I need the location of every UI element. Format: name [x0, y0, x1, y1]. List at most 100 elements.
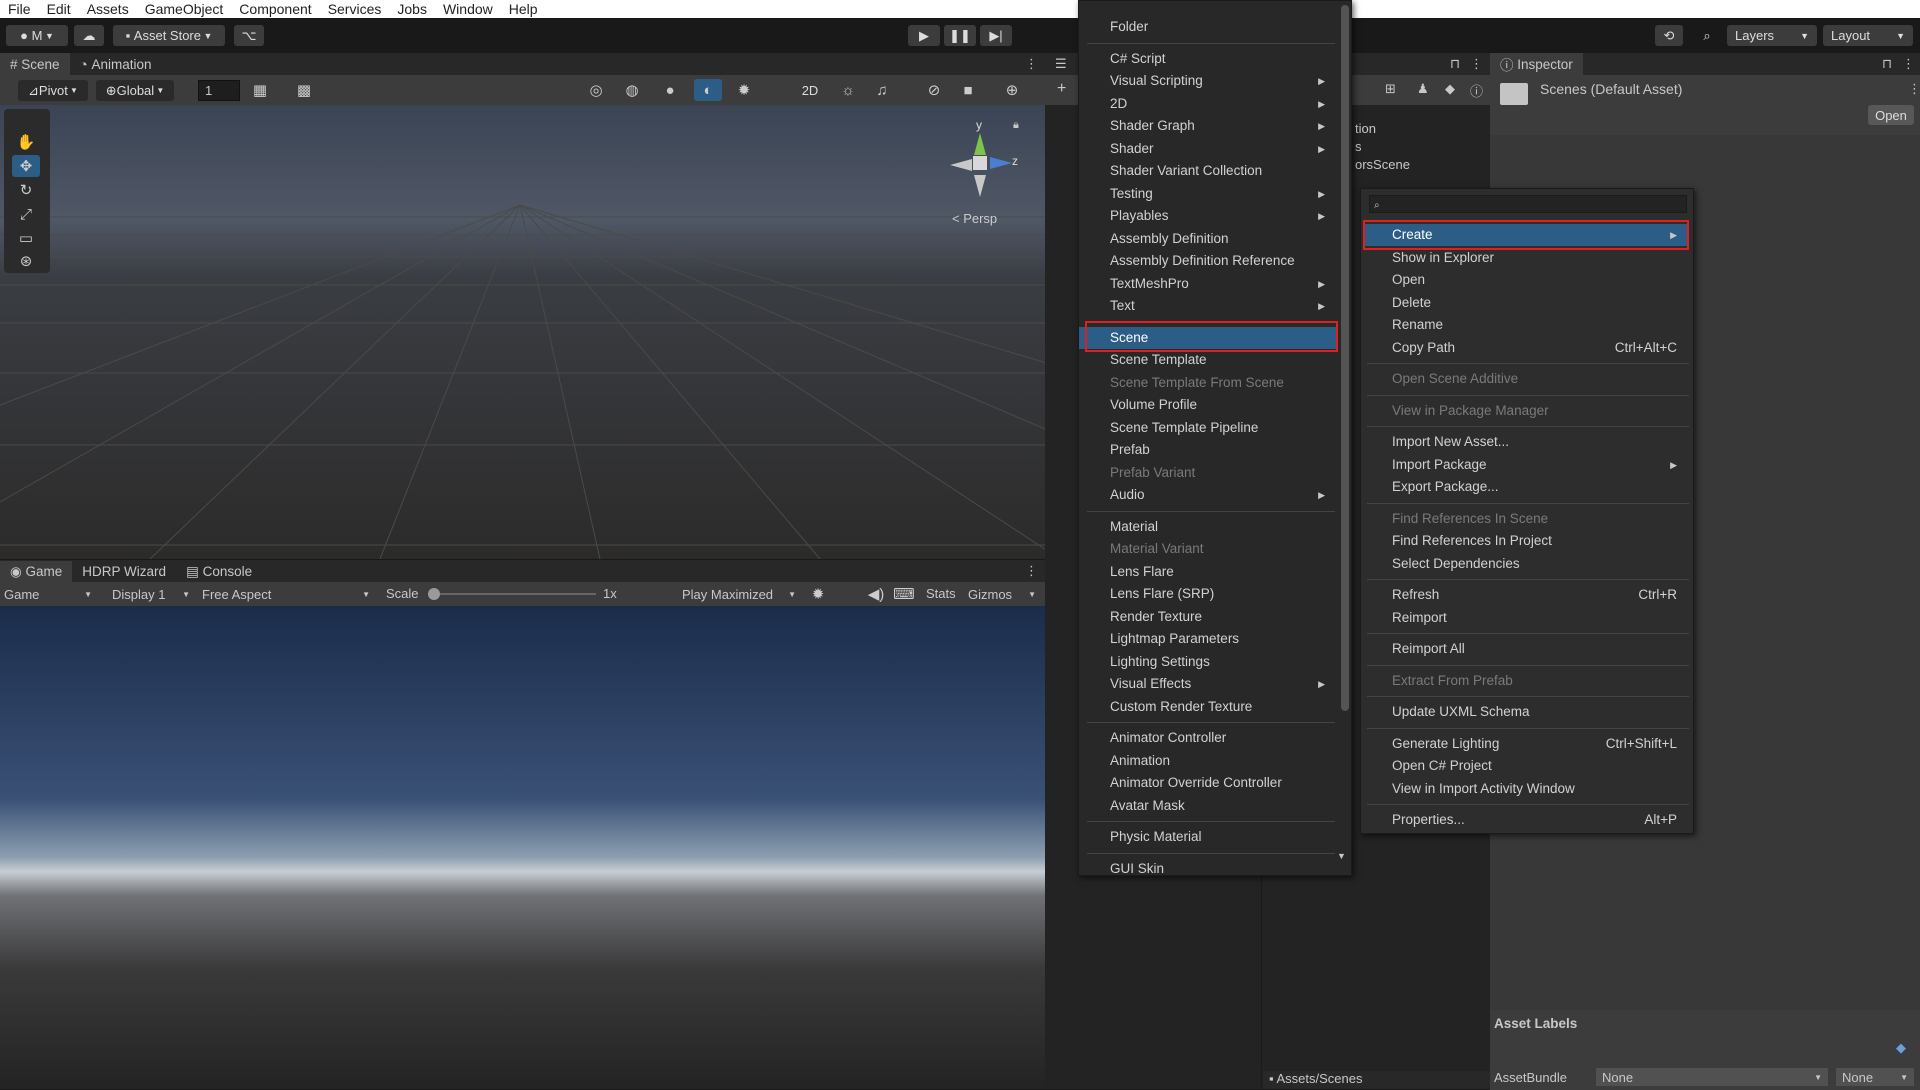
transform-tool-icon[interactable]: ⊛ — [12, 250, 40, 272]
mute-audio-icon[interactable]: ◀) — [862, 583, 890, 605]
assetbundle-variant-dropdown[interactable]: None ▼ — [1836, 1068, 1914, 1086]
rotate-tool-icon[interactable]: ↻ — [12, 179, 40, 201]
game-view[interactable] — [0, 606, 1045, 1089]
menu-file[interactable]: File — [0, 0, 39, 18]
more-options-icon[interactable]: ⋮ — [1470, 56, 1483, 72]
grid-snap-icon[interactable]: ▦ — [246, 79, 274, 101]
create-menu-item-physic-material[interactable]: Physic Material — [1079, 826, 1337, 848]
pivot-dropdown[interactable]: ⊿ Pivot ▼ — [18, 80, 88, 101]
create-menu-item-assembly-definition[interactable]: Assembly Definition — [1079, 228, 1337, 250]
tab-game[interactable]: ◉ Game — [0, 560, 73, 583]
gizmos-icon[interactable]: ⊕ — [998, 79, 1026, 101]
context-menu-item-find-references-in-project[interactable]: Find References In Project — [1365, 530, 1689, 552]
context-menu-item-reimport-all[interactable]: Reimport All — [1365, 638, 1689, 660]
context-menu-item-export-package[interactable]: Export Package... — [1365, 476, 1689, 498]
rect-tool-icon[interactable]: ▭ — [12, 227, 40, 249]
orientation-gizmo[interactable]: y z — [940, 115, 1020, 205]
tab-animation[interactable]: ◔ Animation — [70, 53, 162, 75]
lock-icon[interactable]: ⊓ — [1450, 56, 1460, 72]
context-menu-item-update-uxml-schema[interactable]: Update UXML Schema — [1365, 701, 1689, 723]
shortcuts-icon[interactable]: ⌨ — [890, 583, 918, 605]
create-menu-item-volume-profile[interactable]: Volume Profile — [1079, 394, 1337, 416]
create-menu-item-shader-graph[interactable]: Shader Graph ▶ — [1079, 115, 1337, 137]
create-menu-item-audio[interactable]: Audio ▶ — [1079, 484, 1337, 506]
scale-slider[interactable] — [428, 588, 596, 600]
add-icon[interactable]: + — [1057, 80, 1066, 98]
context-menu-item-reimport[interactable]: Reimport — [1365, 607, 1689, 629]
camera-icon[interactable]: ■ — [954, 79, 982, 101]
frame-debugger-icon[interactable]: ✹ — [804, 583, 832, 605]
create-menu-item-lighting-settings[interactable]: Lighting Settings — [1079, 651, 1337, 673]
create-menu-item-scene-template[interactable]: Scene Template — [1079, 349, 1337, 371]
scale-tool-icon[interactable]: ⤢ — [12, 203, 40, 225]
pause-button[interactable]: ❚❚ — [944, 25, 976, 46]
grid-size-input[interactable]: 1 — [198, 80, 240, 101]
context-menu-item-refresh[interactable]: Refresh Ctrl+R — [1365, 584, 1689, 606]
filter-type-icon[interactable]: ♟ — [1417, 81, 1429, 97]
aspect-dropdown[interactable]: Free Aspect ▼ — [202, 584, 374, 604]
asset-store-button[interactable]: ▪ Asset Store ▼ — [113, 25, 225, 46]
layout-dropdown[interactable]: Layout ▼ — [1823, 25, 1913, 46]
create-menu-item-visual-effects[interactable]: Visual Effects ▶ — [1079, 673, 1337, 695]
create-menu-item-2d[interactable]: 2D ▶ — [1079, 93, 1337, 115]
game-view-dropdown[interactable]: Game ▼ — [4, 584, 96, 604]
audio-toggle-icon[interactable]: ♫ — [868, 79, 896, 101]
info-icon[interactable]: ⓘ — [1470, 81, 1483, 100]
tab-hdrp-wizard[interactable]: HDRP Wizard — [72, 560, 176, 582]
shaded-icon[interactable]: ● — [656, 79, 684, 101]
create-menu-item-shader[interactable]: Shader ▶ — [1079, 138, 1337, 160]
scene-view[interactable]: ✋ ✥ ↻ ⤢ ▭ ⊛ y z 🔒︎ < Persp — [0, 105, 1045, 559]
persp-label[interactable]: < Persp — [952, 211, 997, 226]
play-button[interactable]: ▶ — [908, 25, 940, 46]
hand-tool-icon[interactable]: ✋ — [12, 131, 40, 153]
assetbundle-dropdown[interactable]: None ▼ — [1596, 1068, 1828, 1086]
menu-jobs[interactable]: Jobs — [389, 0, 435, 18]
create-menu-item-scene-template-pipeline[interactable]: Scene Template Pipeline — [1079, 417, 1337, 439]
context-menu-item-generate-lighting[interactable]: Generate Lighting Ctrl+Shift+L — [1365, 733, 1689, 755]
context-menu-item-properties[interactable]: Properties... Alt+P — [1365, 809, 1689, 831]
menu-services[interactable]: Services — [320, 0, 390, 18]
create-menu-item-visual-scripting[interactable]: Visual Scripting ▶ — [1079, 70, 1337, 92]
menu-assets[interactable]: Assets — [79, 0, 137, 18]
create-menu-item-assembly-definition-reference[interactable]: Assembly Definition Reference — [1079, 250, 1337, 272]
context-menu-item-import-new-asset[interactable]: Import New Asset... — [1365, 431, 1689, 453]
tag-icon[interactable]: ◆ — [1896, 1040, 1906, 1056]
create-menu-item-folder[interactable]: Folder — [1079, 16, 1337, 38]
menu-search-field[interactable]: ⌕ — [1369, 195, 1687, 213]
search-button[interactable]: ⌕ — [1693, 25, 1721, 46]
more-options-icon[interactable]: ⋮ — [1908, 81, 1920, 97]
create-menu-item-lightmap-parameters[interactable]: Lightmap Parameters — [1079, 628, 1337, 650]
filter-icon[interactable]: ⊞ — [1385, 81, 1396, 97]
create-menu-item-render-texture[interactable]: Render Texture — [1079, 606, 1337, 628]
context-menu-item-import-package[interactable]: Import Package ▶ — [1365, 454, 1689, 476]
menu-gameobject[interactable]: GameObject — [137, 0, 232, 18]
toggle-2d-button[interactable]: 2D — [795, 80, 825, 101]
tab-console[interactable]: ▤ Console — [176, 561, 262, 583]
create-menu-item-c-script[interactable]: C# Script — [1079, 48, 1337, 70]
snap-increment-icon[interactable]: ▩ — [290, 79, 318, 101]
tab-inspector[interactable]: ⓘ Inspector — [1490, 53, 1583, 75]
create-menu-item-lens-flare-srp[interactable]: Lens Flare (SRP) — [1079, 583, 1337, 605]
more-options-icon[interactable]: ⋮ — [1025, 56, 1038, 72]
label-filter-icon[interactable]: ◆ — [1445, 81, 1455, 97]
create-menu-item-playables[interactable]: Playables ▶ — [1079, 205, 1337, 227]
create-menu-item-prefab[interactable]: Prefab — [1079, 439, 1337, 461]
move-tool-icon[interactable]: ✥ — [12, 155, 40, 177]
context-menu-item-select-dependencies[interactable]: Select Dependencies — [1365, 553, 1689, 575]
create-menu-item-custom-render-texture[interactable]: Custom Render Texture — [1079, 696, 1337, 718]
hidden-objects-icon[interactable]: ⊘ — [920, 79, 948, 101]
step-button[interactable]: ▶| — [980, 25, 1012, 46]
context-menu-item-open-c-project[interactable]: Open C# Project — [1365, 755, 1689, 777]
lighting-toggle-icon[interactable]: ☼ — [834, 79, 862, 101]
menu-edit[interactable]: Edit — [39, 0, 79, 18]
menu-window[interactable]: Window — [435, 0, 501, 18]
shaded-wireframe-icon[interactable]: ◍ — [618, 79, 646, 101]
cloud-button[interactable]: ☁ — [74, 25, 104, 46]
create-menu-item-animation[interactable]: Animation — [1079, 750, 1337, 772]
menu-scrollbar[interactable] — [1341, 5, 1349, 711]
menu-component[interactable]: Component — [231, 0, 319, 18]
scroll-down-icon[interactable]: ▼ — [1337, 851, 1346, 861]
lit-icon[interactable]: ◐ — [694, 79, 722, 101]
create-menu-item-gui-skin[interactable]: GUI Skin — [1079, 858, 1337, 876]
context-menu-item-copy-path[interactable]: Copy Path Ctrl+Alt+C — [1365, 337, 1689, 359]
